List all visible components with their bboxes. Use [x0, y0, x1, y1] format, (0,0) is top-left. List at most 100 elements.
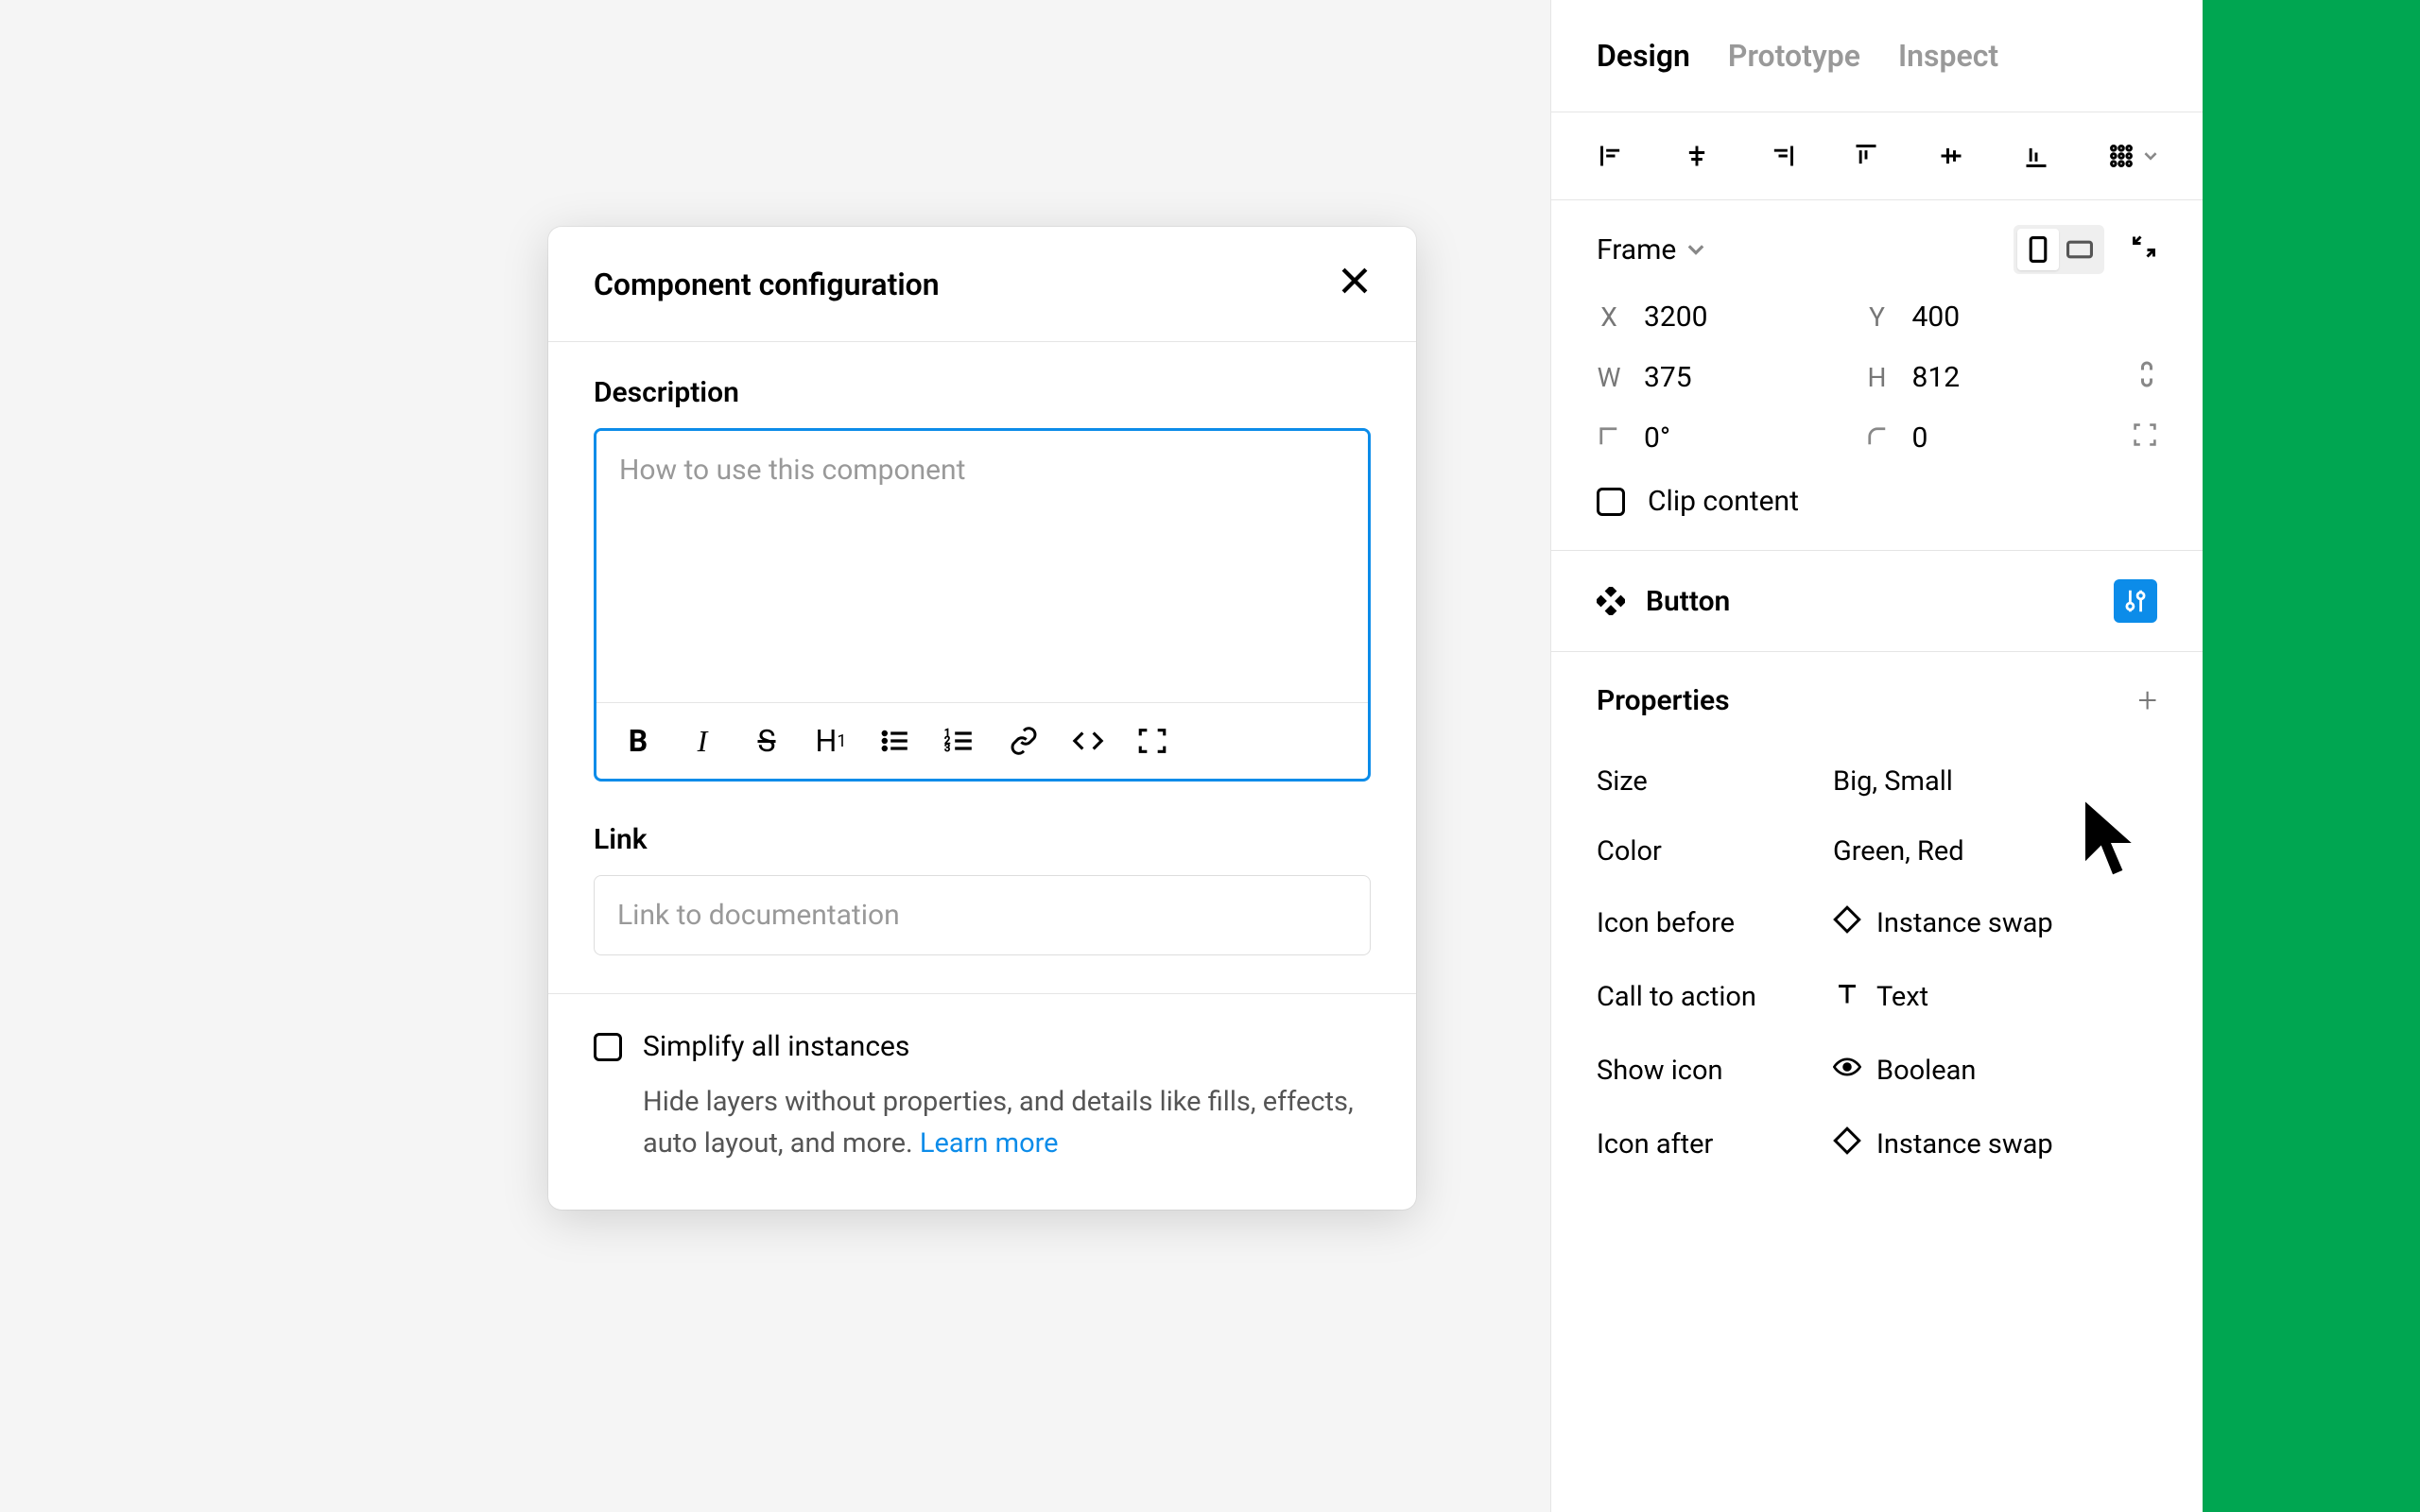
- portrait-button[interactable]: [2017, 229, 2059, 270]
- property-value: Instance swap: [1876, 1128, 2053, 1160]
- close-icon: [1339, 265, 1371, 297]
- ordered-list-button[interactable]: 123: [941, 722, 978, 760]
- properties-section: Properties + Size Big, Small Color Green…: [1551, 652, 2203, 1181]
- property-row[interactable]: Size Big, Small: [1597, 747, 2157, 816]
- h-value: 812: [1912, 361, 1961, 394]
- y-label: Y: [1865, 301, 1890, 333]
- instance-swap-icon: [1833, 1126, 1861, 1162]
- x-field[interactable]: X 3200: [1597, 301, 1846, 334]
- y-field[interactable]: Y 400: [1865, 301, 2115, 334]
- corner-radius-icon: [1865, 422, 1890, 454]
- align-right-icon[interactable]: [1767, 141, 1797, 171]
- link-label: Link: [594, 823, 1371, 856]
- modal-title: Component configuration: [594, 266, 940, 302]
- description-field: B I S H1 123: [594, 428, 1371, 782]
- clip-content-label: Clip content: [1648, 485, 1799, 518]
- clip-content-checkbox[interactable]: Clip content: [1597, 485, 2157, 518]
- h-label: H: [1865, 362, 1890, 393]
- simplify-help-text: Hide layers without properties, and deta…: [643, 1082, 1371, 1164]
- properties-title: Properties: [1597, 684, 1730, 717]
- property-value: Boolean: [1876, 1055, 1976, 1087]
- strikethrough-button[interactable]: S: [748, 722, 786, 760]
- tab-inspect[interactable]: Inspect: [1898, 38, 1998, 74]
- rotation-field[interactable]: 0°: [1597, 421, 1846, 455]
- align-vertical-center-icon[interactable]: [1936, 141, 1966, 171]
- property-value: Big, Small: [1833, 765, 1953, 798]
- landscape-button[interactable]: [2059, 229, 2100, 270]
- boolean-eye-icon: [1833, 1053, 1861, 1089]
- constrain-proportions-icon[interactable]: [2136, 360, 2157, 395]
- width-field[interactable]: W 375: [1597, 361, 1846, 394]
- property-row[interactable]: Show icon Boolean: [1597, 1034, 2157, 1108]
- height-field[interactable]: H 812: [1865, 361, 2115, 394]
- bold-button[interactable]: B: [619, 722, 657, 760]
- simplify-checkbox[interactable]: Simplify all instances: [594, 1030, 1371, 1063]
- independent-corners-icon[interactable]: [2133, 422, 2157, 454]
- x-value: 3200: [1644, 301, 1707, 334]
- property-name: Icon before: [1597, 907, 1833, 939]
- property-row[interactable]: Icon after Instance swap: [1597, 1108, 2157, 1181]
- italic-button[interactable]: I: [683, 722, 721, 760]
- property-name: Show icon: [1597, 1055, 1833, 1087]
- design-panel: Design Prototype Inspect: [1550, 0, 2203, 1512]
- chevron-down-icon: [1687, 241, 1704, 258]
- code-block-button[interactable]: [1133, 722, 1171, 760]
- add-property-button[interactable]: +: [2138, 680, 2157, 720]
- rotation-icon: [1597, 422, 1621, 454]
- component-name-label: Button: [1646, 585, 1730, 618]
- unordered-list-button[interactable]: [876, 722, 914, 760]
- close-button[interactable]: [1339, 265, 1371, 303]
- component-section: Button: [1551, 551, 2203, 652]
- orientation-toggle: [2014, 225, 2104, 274]
- align-horizontal-center-icon[interactable]: [1682, 141, 1712, 171]
- component-set-icon: [1597, 587, 1625, 615]
- frame-dropdown[interactable]: Frame: [1597, 233, 1704, 266]
- checkbox-icon: [594, 1033, 622, 1061]
- property-row[interactable]: Color Green, Red: [1597, 816, 2157, 886]
- sliders-icon: [2122, 588, 2149, 614]
- corner-radius-field[interactable]: 0: [1865, 421, 2115, 455]
- align-left-icon[interactable]: [1597, 141, 1627, 171]
- property-name: Icon after: [1597, 1128, 1833, 1160]
- tidy-up-icon[interactable]: [2106, 141, 2136, 171]
- frame-section: Frame: [1551, 200, 2203, 551]
- tab-design[interactable]: Design: [1597, 38, 1690, 74]
- simplify-label: Simplify all instances: [643, 1030, 909, 1063]
- instance-swap-icon: [1833, 905, 1861, 941]
- description-toolbar: B I S H1 123: [596, 702, 1368, 779]
- resize-to-fit-icon[interactable]: [2131, 233, 2157, 266]
- frame-label: Frame: [1597, 233, 1676, 266]
- property-name: Call to action: [1597, 981, 1833, 1013]
- heading-button[interactable]: H1: [812, 722, 850, 760]
- radius-value: 0: [1912, 421, 1928, 455]
- svg-text:3: 3: [944, 742, 950, 754]
- component-configuration-modal: Component configuration Description B I …: [548, 227, 1416, 1210]
- property-value: Text: [1876, 981, 1928, 1013]
- tab-prototype[interactable]: Prototype: [1728, 38, 1860, 74]
- checkbox-icon: [1597, 488, 1625, 516]
- property-value: Instance swap: [1876, 907, 2053, 939]
- property-row[interactable]: Icon before Instance swap: [1597, 886, 2157, 960]
- canvas-frame-edge: [2203, 0, 2420, 1512]
- x-label: X: [1597, 301, 1621, 333]
- link-input[interactable]: [594, 875, 1371, 955]
- text-type-icon: [1833, 979, 1861, 1015]
- property-value: Green, Red: [1833, 835, 1964, 868]
- align-top-icon[interactable]: [1851, 141, 1881, 171]
- align-bottom-icon[interactable]: [2021, 141, 2051, 171]
- property-name: Color: [1597, 835, 1833, 868]
- rotation-value: 0°: [1644, 421, 1670, 455]
- learn-more-link[interactable]: Learn more: [920, 1127, 1059, 1160]
- component-configuration-button[interactable]: [2114, 579, 2157, 623]
- description-input[interactable]: [596, 431, 1368, 696]
- w-label: W: [1597, 362, 1621, 393]
- y-value: 400: [1912, 301, 1961, 334]
- panel-tabs: Design Prototype Inspect: [1551, 0, 2203, 112]
- code-button[interactable]: [1069, 722, 1107, 760]
- w-value: 375: [1644, 361, 1692, 394]
- property-row[interactable]: Call to action Text: [1597, 960, 2157, 1034]
- description-label: Description: [594, 376, 1371, 409]
- property-name: Size: [1597, 765, 1833, 798]
- link-button[interactable]: [1005, 722, 1043, 760]
- chevron-down-icon[interactable]: [2144, 149, 2157, 163]
